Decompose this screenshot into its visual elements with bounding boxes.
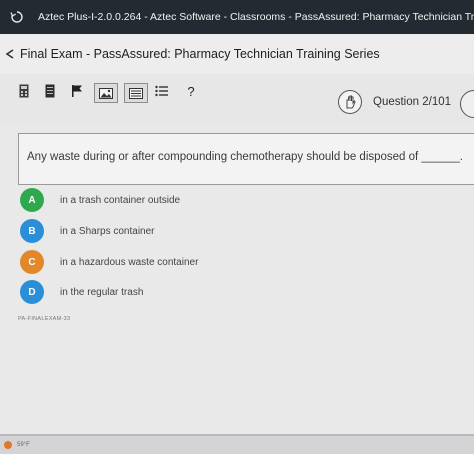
answer-text: in a trash container outside (60, 194, 181, 206)
window-title: Aztec Plus-I-2.0.0.264 - Aztec Software … (38, 11, 474, 23)
question-counter-group: Question 2/101 (338, 90, 451, 114)
answer-option-a[interactable]: A in a trash container outside (20, 188, 180, 212)
image-icon[interactable] (94, 83, 118, 103)
answer-text: in a hazardous waste container (60, 256, 199, 268)
taskbar (0, 434, 474, 454)
page-title: Final Exam - PassAssured: Pharmacy Techn… (20, 47, 380, 61)
answer-letter: A (20, 188, 44, 212)
sync-icon[interactable] (10, 10, 24, 24)
question-counter: Question 2/101 (373, 96, 452, 108)
answer-letter: D (20, 280, 44, 304)
weather-widget[interactable]: 59°F (4, 441, 30, 449)
answer-option-c[interactable]: C in a hazardous waste container (20, 250, 198, 274)
answer-letter: C (20, 250, 44, 274)
hand-icon[interactable] (338, 90, 362, 114)
answer-option-d[interactable]: D in the regular trash (20, 280, 143, 304)
answer-text: in a Sharps container (60, 225, 155, 237)
exam-header: Final Exam - PassAssured: Pharmacy Techn… (0, 34, 474, 74)
answer-list: A in a trash container outside B in a Sh… (0, 184, 474, 434)
answer-letter: B (20, 219, 44, 243)
question-box: Any waste during or after compounding ch… (18, 133, 474, 185)
answer-option-b[interactable]: B in a Sharps container (20, 219, 155, 243)
help-icon[interactable]: ? (184, 83, 198, 99)
question-code: PA-FINALEXAM-33 (18, 316, 71, 322)
question-text: Any waste during or after compounding ch… (27, 151, 464, 163)
back-arrow-icon[interactable] (4, 47, 18, 61)
list-icon[interactable] (154, 83, 170, 99)
answer-text: in the regular trash (60, 286, 144, 298)
table-icon[interactable] (124, 83, 148, 103)
window-titlebar: Aztec Plus-I-2.0.0.264 - Aztec Software … (0, 0, 474, 34)
calculator-icon[interactable] (18, 83, 30, 99)
notepad-icon[interactable] (44, 83, 56, 99)
temperature: 59°F (17, 442, 30, 448)
flag-icon[interactable] (70, 83, 84, 99)
sun-icon (4, 441, 12, 449)
